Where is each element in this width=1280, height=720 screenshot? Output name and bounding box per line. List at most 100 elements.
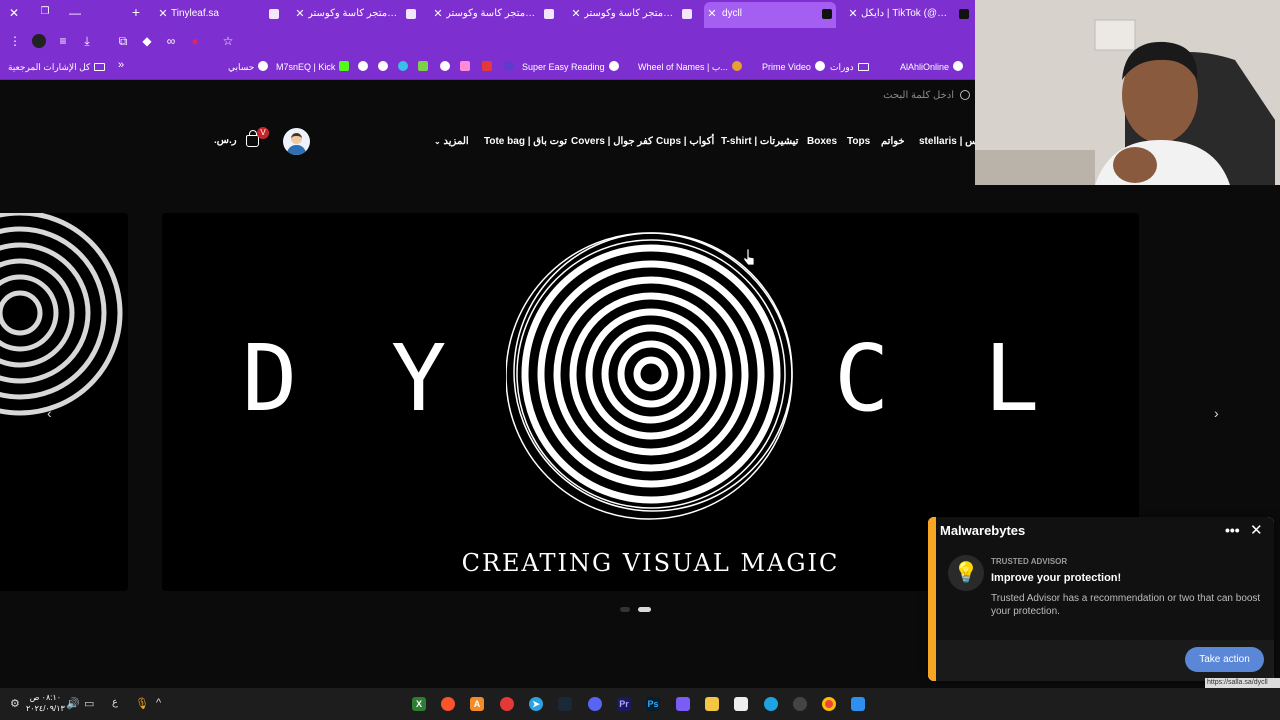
purple-app-icon[interactable]: [676, 697, 690, 711]
status-bar-url: https://salla.sa/dycll: [1205, 678, 1280, 688]
more-options-icon[interactable]: •••: [1225, 522, 1240, 538]
nav-boxes[interactable]: Boxes: [807, 135, 837, 149]
close-window-icon[interactable]: ✕: [6, 6, 22, 20]
search-input[interactable]: ادخل كلمة البحث: [830, 88, 970, 104]
bookmark-alahli[interactable]: AlAhliOnline: [900, 60, 964, 74]
steam-icon[interactable]: [558, 697, 572, 711]
nav-stellaris[interactable]: stellaris | يس: [919, 135, 981, 149]
settings-tray-icon[interactable]: ⚙: [10, 697, 20, 710]
close-icon[interactable]: ✕: [1250, 521, 1263, 539]
bookmark-edge-icon[interactable]: [394, 60, 408, 74]
bookmark-super-easy-reading[interactable]: Super Easy Reading: [522, 60, 619, 74]
bookmark-courses[interactable]: دورات: [830, 60, 869, 74]
telegram-icon[interactable]: ➤: [529, 697, 543, 711]
tab-tiktok[interactable]: ✕ دايكل | TikTok (@dy.cl_): [845, 4, 973, 24]
tab-close-icon[interactable]: ✕: [570, 4, 582, 24]
previous-slide-preview[interactable]: [0, 213, 128, 591]
tab-title: dycll: [722, 8, 743, 19]
minimize-window-icon[interactable]: —: [67, 6, 83, 20]
tab-close-icon[interactable]: ✕: [432, 4, 444, 24]
bookmark-globe-icon[interactable]: [354, 60, 368, 74]
app-a-icon[interactable]: A: [470, 697, 484, 711]
kick-icon: [339, 61, 350, 71]
nav-tops[interactable]: Tops: [847, 135, 870, 149]
tab-close-icon[interactable]: ✕: [157, 4, 169, 24]
bookmark-pink-icon[interactable]: [456, 60, 470, 74]
tab-tinyleaf[interactable]: ✕ Tinyleaf.sa: [155, 4, 283, 24]
nav-tote-bag[interactable]: Tote bag | توت باق: [484, 135, 567, 149]
input-language[interactable]: ع: [112, 697, 118, 708]
slider-dot-active[interactable]: [638, 607, 651, 612]
chevron-down-icon: ⌄: [434, 137, 441, 146]
profile-icon[interactable]: [32, 34, 46, 48]
store-icon[interactable]: [734, 697, 748, 711]
menu-kebab-icon[interactable]: ⋮: [8, 34, 22, 48]
globe-icon: [440, 61, 450, 71]
bookmark-all-bookmarks[interactable]: كل الإشارات المرجعية: [8, 60, 106, 74]
nav-covers[interactable]: Covers | كفر جوال: [571, 135, 653, 149]
slider-dot[interactable]: [620, 607, 630, 612]
bookmark-green-icon[interactable]: [414, 60, 428, 74]
brave-icon[interactable]: [441, 697, 455, 711]
premiere-pro-icon[interactable]: Pr: [617, 697, 631, 711]
hero-letter-l: L: [984, 325, 1040, 432]
download-icon[interactable]: ⤓: [80, 34, 94, 48]
mouse-cursor-icon: [743, 248, 755, 266]
tab-close-icon[interactable]: ✕: [294, 4, 306, 24]
bookmark-label: Prime Video: [762, 62, 811, 72]
bookmark-star-icon[interactable]: ☆: [221, 34, 235, 48]
clock[interactable]: ٠٨:١٠ ص ٢٠٢٤/٠٩/١٣: [26, 692, 65, 714]
extension-diamond-icon[interactable]: ◆: [140, 34, 154, 48]
bookmark-globe-icon[interactable]: [374, 60, 388, 74]
bookmark-kick[interactable]: M7snEQ | Kick: [276, 60, 350, 74]
microphone-icon[interactable]: 🎙: [135, 697, 149, 710]
bookmark-globe-icon[interactable]: [436, 60, 450, 74]
edge-icon[interactable]: [764, 697, 778, 711]
nav-cups[interactable]: Cups | أكواب: [656, 135, 714, 149]
folder-icon: [94, 63, 106, 71]
discord-icon[interactable]: [588, 697, 602, 711]
bookmark-purple-icon[interactable]: [500, 60, 514, 74]
bookmark-label: AlAhliOnline: [900, 62, 950, 72]
red-app-icon[interactable]: [500, 697, 514, 711]
tab-dycll-active[interactable]: ✕ dycll: [704, 2, 836, 28]
volume-icon[interactable]: 🔊: [66, 697, 80, 710]
windows-start-icon[interactable]: [851, 697, 865, 711]
bookmark-my-account[interactable]: حسابي: [228, 60, 269, 74]
extension-mask-icon[interactable]: ∞: [164, 34, 178, 48]
nav-tshirts[interactable]: T-shirt | تيشيرتات: [721, 135, 798, 149]
obs-icon[interactable]: [793, 697, 807, 711]
nav-rings[interactable]: خواتم: [881, 135, 905, 149]
tab-coffee-tools[interactable]: ✕ أدوات قهوة - متجر كاسة وكوستر: [292, 4, 420, 24]
restore-window-icon[interactable]: ❐: [37, 6, 53, 17]
tab-close-icon[interactable]: ✕: [847, 4, 859, 24]
cart-icon[interactable]: [246, 130, 259, 147]
avatar-head: [291, 133, 302, 144]
tiktok-favicon: [959, 9, 969, 19]
excel-icon[interactable]: X: [412, 697, 426, 711]
take-action-button[interactable]: Take action: [1185, 647, 1264, 672]
bookmark-red-icon[interactable]: [478, 60, 492, 74]
slider-prev-arrow[interactable]: ‹: [47, 405, 52, 421]
nav-more[interactable]: ⌄ المزيد: [434, 135, 469, 149]
bookmark-label: كل الإشارات المرجعية: [8, 62, 91, 72]
tab-close-icon[interactable]: ✕: [706, 2, 718, 26]
slider-next-arrow[interactable]: ›: [1214, 405, 1219, 421]
extension-pin-icon[interactable]: ●: [188, 34, 202, 48]
media-control-icon[interactable]: ≡: [56, 34, 70, 48]
account-avatar[interactable]: [283, 128, 310, 155]
bookmarks-overflow-button[interactable]: »: [118, 58, 124, 72]
bookmark-prime-video[interactable]: Prime Video: [762, 60, 825, 74]
extensions-icon[interactable]: ⧉: [116, 34, 130, 48]
tab-coasters[interactable]: ✕ كوسترات - متجر كاسة وكوستر: [430, 4, 558, 24]
tab-coffee-cups[interactable]: ✕ أكواب قهوة - متجر كاسة وكوستر: [568, 4, 696, 24]
photoshop-icon[interactable]: Ps: [646, 697, 660, 711]
globe-icon: [378, 61, 388, 71]
new-tab-button[interactable]: +: [128, 4, 144, 20]
show-hidden-icons-chevron[interactable]: ^: [156, 697, 161, 709]
chrome-icon[interactable]: [822, 697, 836, 711]
network-icon[interactable]: ▭: [84, 697, 94, 710]
file-explorer-icon[interactable]: [705, 697, 719, 711]
bookmark-wheel-of-names[interactable]: Wheel of Names | ب...: [638, 60, 742, 74]
green-app-icon: [418, 61, 428, 71]
